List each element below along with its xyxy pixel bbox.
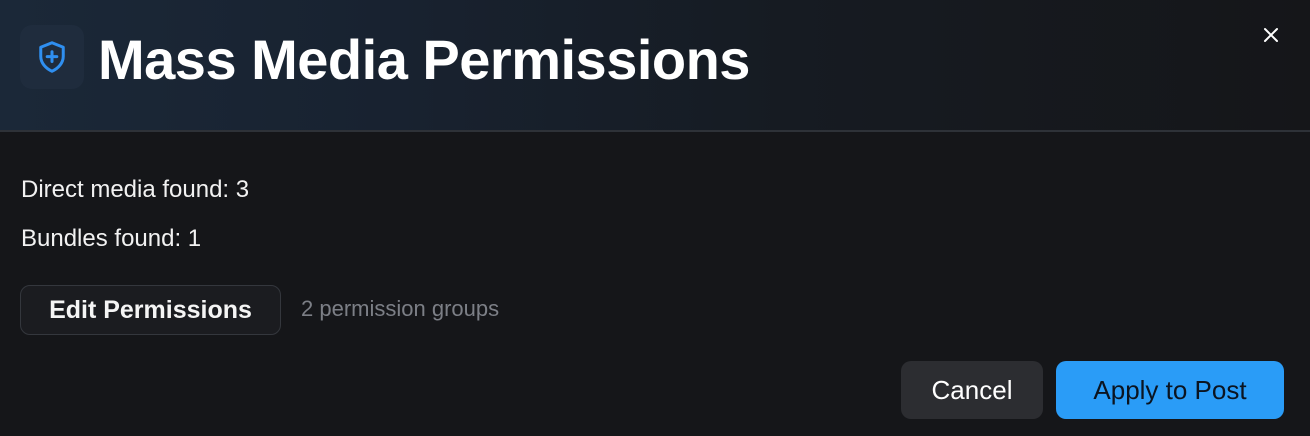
apply-to-post-button[interactable]: Apply to Post <box>1056 361 1284 419</box>
dialog-header: Mass Media Permissions <box>0 0 1310 132</box>
mass-media-permissions-dialog: Mass Media Permissions Direct media foun… <box>0 0 1310 436</box>
edit-permissions-button[interactable]: Edit Permissions <box>20 285 281 335</box>
close-button[interactable] <box>1258 22 1284 48</box>
cancel-button[interactable]: Cancel <box>901 361 1043 419</box>
direct-media-count: Direct media found: 3 <box>21 176 250 203</box>
close-icon <box>1264 28 1278 42</box>
dialog-title: Mass Media Permissions <box>98 28 750 91</box>
shield-plus-icon <box>39 41 65 73</box>
permission-groups-count: 2 permission groups <box>301 296 500 321</box>
bundles-count: Bundles found: 1 <box>21 225 202 252</box>
header-icon-badge <box>20 25 84 89</box>
